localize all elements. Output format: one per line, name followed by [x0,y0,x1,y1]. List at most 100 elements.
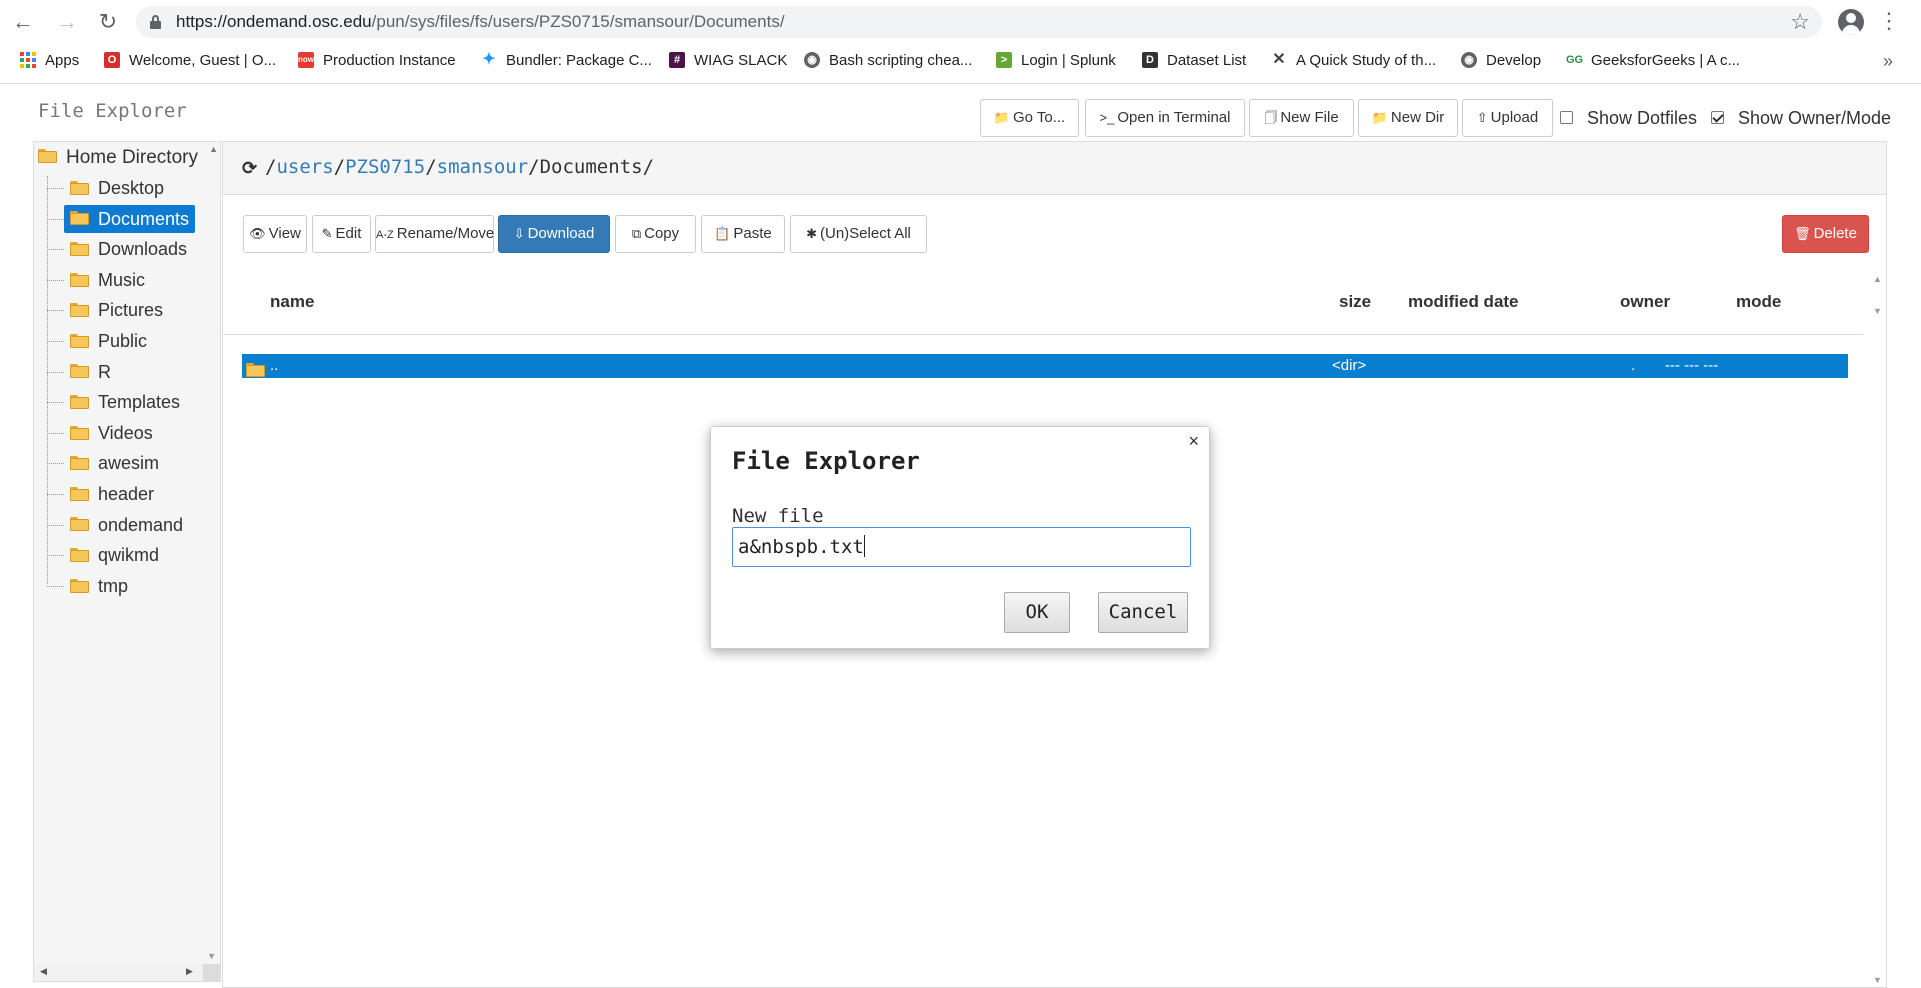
bookmark-apps[interactable]: Apps [20,44,79,80]
delete-label: Delete [1813,225,1857,242]
column-header-modified[interactable]: modified date [1408,292,1519,312]
breadcrumb-link-user[interactable]: smansour [437,156,529,178]
bookmarks-more-icon[interactable]: » [1883,44,1893,78]
tree-item-music[interactable]: Music [64,266,151,294]
tree-item-desktop[interactable]: Desktop [64,174,170,202]
bookmark-label: A Quick Study of th... [1296,52,1437,69]
new-file-button[interactable]: 🗍 New File [1249,99,1354,137]
tree-connector [47,494,64,495]
folder-icon [70,303,89,318]
tree-connector [47,310,64,312]
refresh-icon[interactable]: ⟳ [242,158,257,179]
tree-connector [47,524,64,526]
tree-item-ondemand[interactable]: ondemand [64,511,189,539]
tree-item-documents[interactable]: Documents [64,204,196,233]
scroll-up-icon[interactable]: ▲ [209,144,218,154]
paste-button[interactable]: 📋 Paste [701,215,785,253]
tree-item-awesim[interactable]: awesim [64,449,165,477]
view-button[interactable]: 👁 View [243,215,307,253]
breadcrumb-sep: / [265,156,277,178]
column-header-size[interactable]: size [1339,292,1371,312]
profile-avatar-icon[interactable] [1838,9,1864,35]
folder-icon [70,578,89,593]
column-header-name[interactable]: name [270,292,314,312]
bookmark-develop[interactable]: ◉ Develop [1461,44,1541,80]
new-file-name-input[interactable]: a&nbspb.txt [732,527,1191,567]
scroll-up-icon[interactable]: ▲ [1873,274,1882,284]
bookmark-quick-study[interactable]: ✕ A Quick Study of th... [1271,44,1436,80]
tree-item-label: awesim [98,453,160,474]
horizontal-scrollbar[interactable]: ◀ ▶ [34,964,220,981]
back-arrow-icon[interactable]: ← [10,9,36,35]
select-all-label: (Un)Select All [820,225,911,242]
column-header-mode[interactable]: mode [1736,292,1781,312]
show-dotfiles-checkbox[interactable] [1560,111,1573,125]
new-file-label: New File [1280,109,1339,126]
url-field[interactable]: https://ondemand.osc.edu/pun/sys/files/f… [136,6,1822,38]
edit-button[interactable]: ✎ Edit [312,215,371,253]
tree-item-label: Pictures [98,300,164,321]
new-dir-button[interactable]: 📁 New Dir [1358,99,1458,137]
scroll-down-icon[interactable]: ▼ [1873,975,1882,985]
tree-item-tmp[interactable]: tmp [64,572,134,600]
tree-item-label: Public [98,331,148,351]
browser-menu-icon[interactable]: ⋮ [1878,8,1900,34]
download-button[interactable]: ⇩ Download [498,215,610,253]
column-header-owner[interactable]: owner [1620,292,1670,312]
bookmark-dataset[interactable]: D Dataset List [1142,44,1246,80]
bookmark-label: GeeksforGeeks | A c... [1591,52,1740,69]
rename-move-button[interactable]: A-Z Rename/Move [375,215,494,253]
cancel-button[interactable]: Cancel [1098,592,1188,633]
scroll-left-icon[interactable]: ◀ [40,966,47,977]
bookmark-bundler[interactable]: ✦ Bundler: Package C... [481,44,652,80]
tree-item-pictures[interactable]: Pictures [64,296,169,324]
new-file-dialog: × File Explorer New file a&nbspb.txt OK … [710,426,1210,649]
tree-item-downloads[interactable]: Downloads [64,235,193,263]
bookmark-splunk[interactable]: > Login | Splunk [996,44,1116,80]
url-path: /pun/sys/files/fs/users/PZS0715/smansour… [371,12,785,31]
dialog-title: File Explorer [732,447,920,475]
bookmark-star-icon[interactable]: ☆ [1790,6,1810,38]
breadcrumb: ⟳ /users/PZS0715/smansour/Documents/ [223,142,1886,195]
tree-connector [47,463,64,465]
breadcrumb-link-users[interactable]: users [276,156,333,178]
copy-button[interactable]: ⧉ Copy [615,215,696,253]
tree-item-header[interactable]: header [64,480,160,508]
tree-item-r[interactable]: R [64,358,117,386]
bookmark-gfg[interactable]: GG GeeksforGeeks | A c... [1566,44,1740,80]
bookmark-welcome[interactable]: O Welcome, Guest | O... [104,44,276,80]
ok-button[interactable]: OK [1004,592,1070,633]
url-host: https://ondemand.osc.edu [176,12,372,31]
tree-item-public[interactable]: Public [64,327,153,355]
tree-root-home[interactable]: Home Directory [36,146,198,170]
delete-button[interactable]: 🗑 Delete [1782,215,1869,253]
close-icon[interactable]: × [1188,431,1199,452]
view-label: View [268,225,301,242]
copy-label: Copy [644,225,680,242]
show-owner-mode-checkbox[interactable] [1711,111,1724,125]
scroll-right-icon[interactable]: ▶ [186,966,193,977]
show-owner-mode-label: Show Owner/Mode [1738,108,1892,128]
open-terminal-button[interactable]: >_ Open in Terminal [1085,99,1245,137]
show-dotfiles-toggle[interactable]: Show Dotfiles [1560,99,1697,137]
bookmark-bash[interactable]: ◉ Bash scripting chea... [804,44,972,80]
forward-arrow-icon[interactable]: → [54,9,80,35]
table-row[interactable]: .. <dir> . --- --- --- [242,354,1848,378]
scroll-down-icon[interactable]: ▼ [1873,306,1882,316]
show-owner-mode-toggle[interactable]: Show Owner/Mode [1711,99,1891,137]
upload-button[interactable]: ⇧ Upload [1462,99,1553,137]
vertical-scrollbar[interactable]: ▲ ▼ ▼ [1869,274,1886,987]
reload-icon[interactable]: ↻ [95,9,121,35]
tree-item-videos[interactable]: Videos [64,419,159,447]
paste-icon: 📋 [714,226,731,241]
bookmark-production[interactable]: now Production Instance [298,44,456,80]
bookmark-slack[interactable]: # WIAG SLACK [669,44,787,80]
tree-item-qwikmd[interactable]: qwikmd [64,541,165,569]
breadcrumb-link-project[interactable]: PZS0715 [345,156,425,178]
tree-item-templates[interactable]: Templates [64,388,186,416]
tree-connector [47,188,64,189]
row-name[interactable]: .. [270,354,278,378]
scroll-down-icon[interactable]: ▼ [207,951,216,961]
goto-button[interactable]: 📁 Go To... [980,99,1079,137]
select-all-button[interactable]: ✱ (Un)Select All [790,215,927,253]
